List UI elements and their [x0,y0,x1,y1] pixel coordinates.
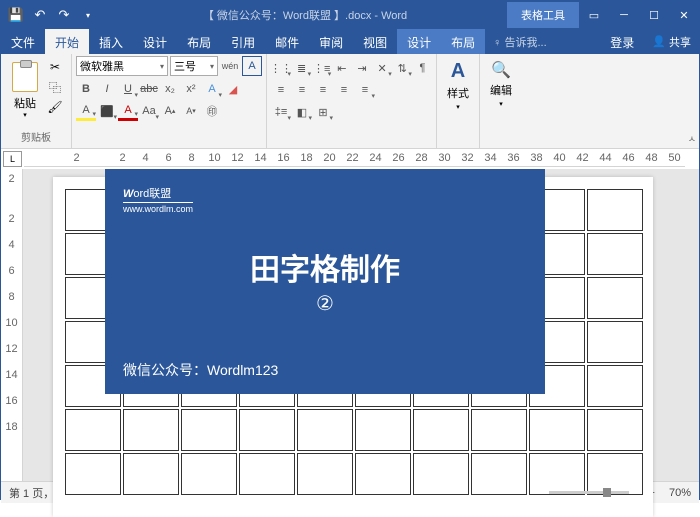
enclose-char-icon[interactable]: ㊞ [202,101,222,121]
superscript-button[interactable]: x² [181,79,201,99]
tab-table-layout[interactable]: 布局 [441,29,485,54]
line-spacing-icon[interactable]: ‡≡ [271,102,291,122]
subscript-button[interactable]: x₂ [160,79,180,99]
share-button[interactable]: 👤共享 [644,29,699,54]
shading-icon[interactable]: ⬛ [97,101,117,121]
find-icon: 🔍 [491,60,511,80]
minimize-icon[interactable]: ─ [609,1,639,29]
font-name-combo[interactable]: 微软雅黑▾ [76,56,168,76]
tab-view[interactable]: 视图 [353,29,397,54]
increase-indent-icon[interactable]: ⇥ [352,58,371,78]
align-right-icon[interactable]: ≡ [313,80,333,100]
phonetic-guide-icon[interactable]: wén [220,56,240,76]
tab-insert[interactable]: 插入 [89,29,133,54]
group-styles: A 样式▾ [437,54,480,148]
zoom-slider[interactable] [549,491,629,494]
horizontal-ruler[interactable]: 2246810121416182022242628303234363840424… [24,149,685,167]
maximize-icon[interactable]: ☐ [639,1,669,29]
vertical-ruler[interactable]: 224681012141618 [1,169,23,481]
ribbon: 粘贴 ▾ ✂ ⿻ 🖌 剪贴板 微软雅黑▾ 三号▾ wén A B I U abc… [1,54,699,149]
paste-button[interactable]: 粘贴 ▾ [7,58,43,119]
tab-references[interactable]: 引用 [221,29,265,54]
strikethrough-button[interactable]: abc [139,79,159,99]
borders-icon[interactable]: ⊞ [313,102,333,122]
overlay-logo: Word联盟 [123,181,527,202]
collapse-ribbon-icon[interactable]: ㅅ [688,132,696,145]
text-effects-icon[interactable]: A [202,79,222,99]
quick-access-toolbar: 💾 ↶ ↷ ▾ [1,4,103,26]
close-icon[interactable]: ✕ [669,1,699,29]
align-center-icon[interactable]: ≡ [292,80,312,100]
window-controls: ▭ ─ ☐ ✕ [579,1,699,29]
tab-table-design[interactable]: 设计 [397,29,441,54]
tab-review[interactable]: 审阅 [309,29,353,54]
group-paragraph: ⋮⋮ ≣ ⋮≡ ⇤ ⇥ ✕ ⇅ ¶ ≡ ≡ ≡ ≡ ≡ ‡≡ ◧ ⊞ [267,54,437,148]
document-area: 224681012141618 Word联盟 www.wordlm.com 田字… [1,169,699,481]
group-editing: 🔍 编辑▾ [480,54,522,148]
styles-button[interactable]: A 样式▾ [441,56,475,115]
tab-mailings[interactable]: 邮件 [265,29,309,54]
font-color-icon[interactable]: A [118,101,138,121]
ribbon-tabs: 文件 开始 插入 设计 布局 引用 邮件 审阅 视图 设计 布局 ♀ 告诉我..… [1,29,699,54]
tell-me[interactable]: ♀ 告诉我... [485,29,600,54]
format-painter-icon[interactable]: 🖌 [45,98,65,116]
multilevel-icon[interactable]: ⋮≡ [312,58,331,78]
font-size-combo[interactable]: 三号▾ [170,56,218,76]
cut-icon[interactable]: ✂ [45,58,65,76]
tab-home[interactable]: 开始 [45,29,89,54]
decrease-indent-icon[interactable]: ⇤ [332,58,351,78]
group-clipboard: 粘贴 ▾ ✂ ⿻ 🖌 剪贴板 [1,54,72,148]
justify-icon[interactable]: ≡ [334,80,354,100]
tab-file[interactable]: 文件 [1,29,45,54]
copy-icon[interactable]: ⿻ [45,78,65,96]
redo-icon[interactable]: ↷ [53,4,75,26]
shrink-font-icon[interactable]: A▾ [181,101,201,121]
numbering-icon[interactable]: ≣ [292,58,311,78]
para-shading-icon[interactable]: ◧ [292,102,312,122]
underline-button[interactable]: U [118,79,138,99]
title-bar: 💾 ↶ ↷ ▾ 【 微信公众号：Word联盟 】.docx - Word 表格工… [1,1,699,29]
bold-button[interactable]: B [76,79,96,99]
bullets-icon[interactable]: ⋮⋮ [271,58,291,78]
overlay-banner: Word联盟 www.wordlm.com 田字格制作 ② 微信公众号：Word… [105,169,545,394]
clipboard-label: 剪贴板 [5,127,67,146]
document-title: 【 微信公众号：Word联盟 】.docx - Word [103,7,507,23]
character-border-icon[interactable]: A [242,56,262,76]
share-icon: 👤 [652,35,666,48]
group-font: 微软雅黑▾ 三号▾ wén A B I U abc x₂ x² A ◢ A ⬛ … [72,54,267,148]
context-tab-label: 表格工具 [507,2,579,28]
signin-link[interactable]: 登录 [600,29,644,54]
overlay-title: 田字格制作 [123,245,527,289]
qat-customize-icon[interactable]: ▾ [77,4,99,26]
styles-icon: A [451,60,465,83]
clipboard-icon [12,62,38,92]
editing-button[interactable]: 🔍 编辑▾ [484,56,518,112]
tab-design[interactable]: 设计 [133,29,177,54]
asian-layout-icon[interactable]: ✕ [373,58,392,78]
overlay-url: www.wordlm.com [123,202,193,214]
zoom-level[interactable]: 70% [669,487,691,499]
clear-format-icon[interactable]: ◢ [223,79,243,99]
align-left-icon[interactable]: ≡ [271,80,291,100]
highlight-icon[interactable]: A [76,101,96,121]
save-icon[interactable]: 💾 [5,4,27,26]
ribbon-options-icon[interactable]: ▭ [579,1,609,29]
overlay-subtitle: 微信公众号：Wordlm123 [123,360,527,380]
italic-button[interactable]: I [97,79,117,99]
sort-icon[interactable]: ⇅ [393,58,412,78]
change-case-icon[interactable]: Aa [139,101,159,121]
overlay-number: ② [123,291,527,316]
distributed-icon[interactable]: ≡ [355,80,375,100]
tab-selector[interactable]: L [3,151,22,167]
show-marks-icon[interactable]: ¶ [413,58,432,78]
tab-layout[interactable]: 布局 [177,29,221,54]
grow-font-icon[interactable]: A▴ [160,101,180,121]
undo-icon[interactable]: ↶ [29,4,51,26]
